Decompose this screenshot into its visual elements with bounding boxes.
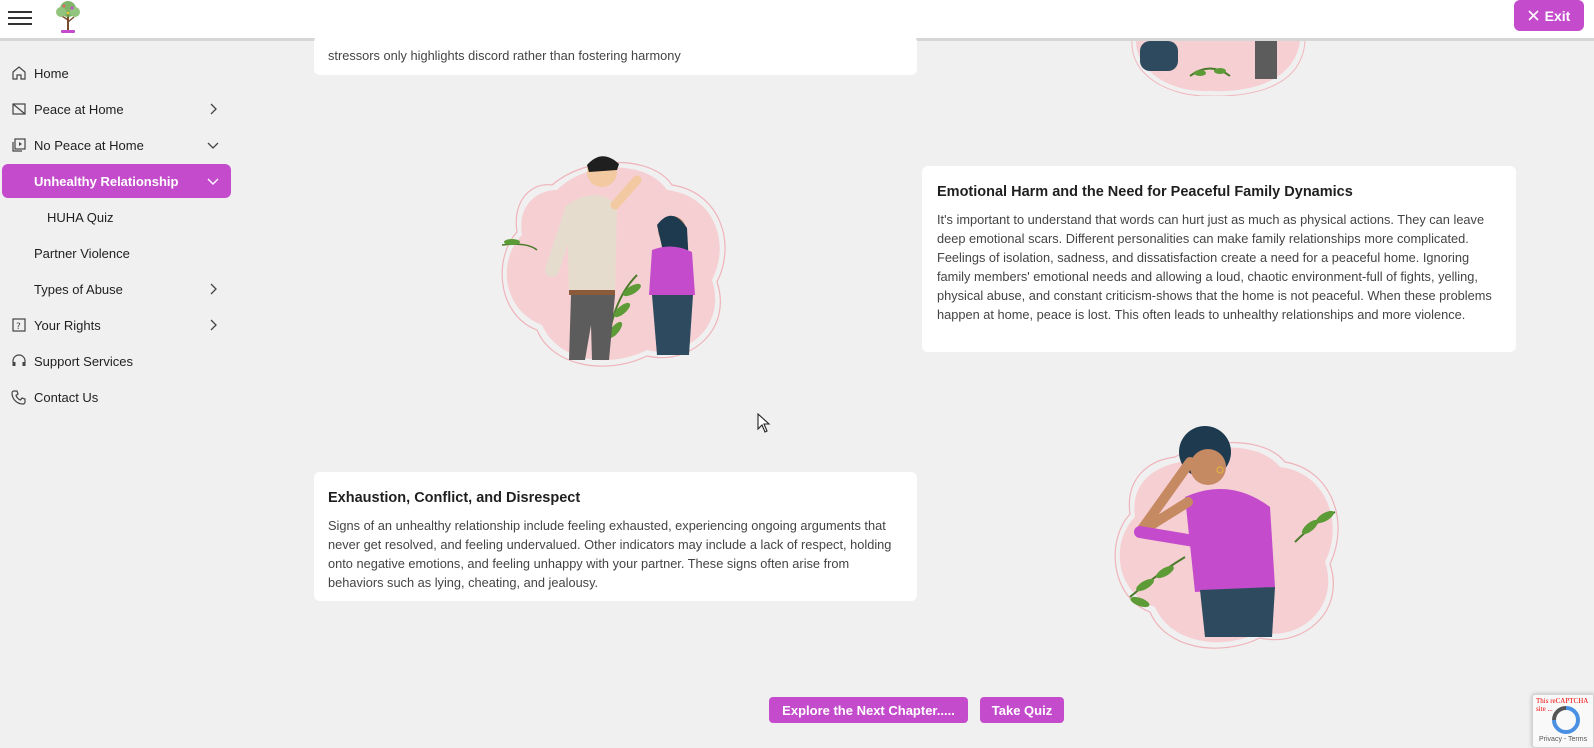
sidebar-item-types-of-abuse[interactable]: Types of Abuse: [2, 272, 231, 306]
sidebar-item-label: Your Rights: [34, 317, 101, 333]
sidebar-item-unhealthy-relationship[interactable]: Unhealthy Relationship: [2, 164, 231, 198]
peace-icon: [12, 103, 26, 115]
phone-icon: [11, 390, 26, 405]
sidebar-item-label: Partner Violence: [34, 245, 130, 261]
explore-next-chapter-button[interactable]: Explore the Next Chapter.....: [769, 697, 968, 723]
chevron-right-icon: [210, 103, 217, 115]
card-title: Exhaustion, Conflict, and Disrespect: [328, 490, 581, 506]
stressed-woman-illustration: [1114, 426, 1339, 649]
sidebar-item-your-rights[interactable]: ? Your Rights: [2, 308, 231, 342]
sidebar-item-label: Contact Us: [34, 389, 99, 405]
card-body: It's important to understand that words …: [937, 212, 1492, 322]
sidebar-item-label: HUHA Quiz: [47, 209, 114, 225]
rights-icon: ?: [12, 318, 26, 332]
sidebar-item-label: Peace at Home: [34, 101, 124, 117]
sidebar-item-huha-quiz[interactable]: HUHA Quiz: [2, 200, 231, 234]
sidebar: Home Peace at Home No Peace at Home Unhe…: [0, 56, 235, 416]
chevron-down-icon: [207, 178, 219, 185]
sidebar-item-contact-us[interactable]: Contact Us: [2, 380, 231, 414]
previous-section-card: stressors only highlights discord rather…: [314, 36, 917, 75]
headset-icon: [12, 354, 26, 366]
top-bar: Exit: [0, 0, 1594, 41]
sidebar-item-label: Support Services: [34, 353, 133, 369]
sidebar-item-label: Unhealthy Relationship: [34, 173, 179, 189]
mouse-cursor-icon: [757, 413, 771, 433]
exit-button[interactable]: Exit: [1514, 0, 1584, 31]
chevron-right-icon: [210, 319, 217, 331]
video-icon: [12, 138, 26, 152]
chevron-right-icon: [210, 283, 217, 295]
arguing-couple-illustration: [501, 156, 726, 367]
take-quiz-button[interactable]: Take Quiz: [980, 697, 1064, 723]
sidebar-item-no-peace-at-home[interactable]: No Peace at Home: [2, 128, 231, 162]
sidebar-item-partner-violence[interactable]: Partner Violence: [2, 236, 231, 270]
sidebar-item-home[interactable]: Home: [2, 56, 231, 90]
menu-icon[interactable]: [8, 7, 32, 29]
recaptcha-terms-link[interactable]: Privacy - Terms: [1539, 736, 1587, 743]
sidebar-item-label: Home: [34, 65, 69, 81]
close-icon: [1528, 10, 1539, 21]
chevron-down-icon: [207, 142, 219, 149]
emotional-harm-card: Emotional Harm and the Need for Peaceful…: [922, 166, 1516, 352]
partial-top-illustration: [1131, 41, 1306, 96]
tree-logo[interactable]: [50, 0, 86, 34]
home-icon: [12, 66, 26, 80]
svg-text:?: ?: [16, 322, 21, 332]
previous-section-text: stressors only highlights discord rather…: [328, 48, 681, 63]
sidebar-item-label: Types of Abuse: [34, 281, 123, 297]
sidebar-item-peace-at-home[interactable]: Peace at Home: [2, 92, 231, 126]
exhaustion-conflict-card: Exhaustion, Conflict, and Disrespect Sig…: [314, 472, 917, 601]
recaptcha-badge[interactable]: This reCAPTCHA site ... Privacy - Terms: [1532, 694, 1594, 748]
card-title: Emotional Harm and the Need for Peaceful…: [937, 184, 1353, 200]
sidebar-item-label: No Peace at Home: [34, 137, 144, 153]
exit-label: Exit: [1544, 7, 1571, 24]
card-body: Signs of an unhealthy relationship inclu…: [328, 518, 892, 590]
recaptcha-icon: [1552, 706, 1580, 734]
sidebar-item-support-services[interactable]: Support Services: [2, 344, 231, 378]
